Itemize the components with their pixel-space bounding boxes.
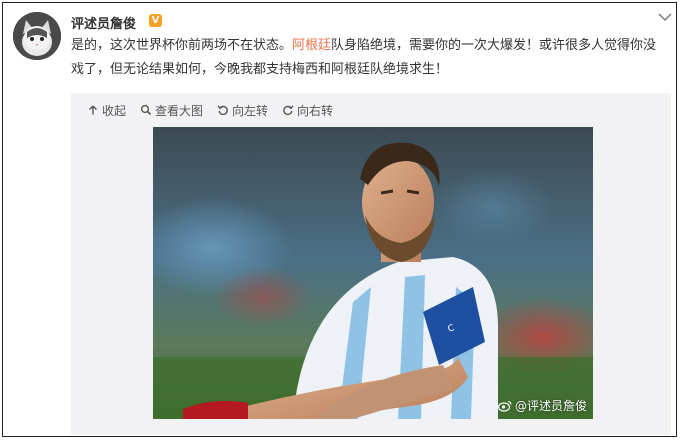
watermark: @评述员詹俊 [497,397,587,414]
topic-link-argentina[interactable]: 阿根廷 [292,38,331,53]
view-large-label: 查看大图 [155,103,204,118]
media-toolbar: 收起 查看大图 向左转 向右转 [87,101,333,119]
collapse-button[interactable]: 收起 [87,102,126,119]
rotate-right-label: 向右转 [297,103,334,118]
media-panel: 收起 查看大图 向左转 向右转 C @评述员詹俊 [71,93,671,435]
chevron-down-icon[interactable] [657,10,673,24]
avatar[interactable] [13,12,61,60]
rotate-left-icon [217,105,228,116]
magnifier-icon [140,104,152,116]
collapse-label: 收起 [102,103,127,118]
football-player-photo: C [153,127,593,419]
rotate-right-button[interactable]: 向右转 [282,102,333,119]
verified-badge-icon: V [149,14,162,27]
author-name[interactable]: 评述员詹俊 [71,13,136,32]
cat-avatar-image [13,12,61,60]
arrow-up-icon [89,105,97,115]
rotate-right-icon [283,105,294,116]
post-text: 是的，这次世界杯你前两场不在状态。阿根廷队身陷绝境，需要你的一次大爆发！或许很多… [71,34,667,82]
watermark-text: @评述员詹俊 [514,399,587,413]
rotate-left-button[interactable]: 向左转 [217,102,268,119]
rotate-left-label: 向左转 [232,103,269,118]
weibo-post-card: 评述员詹俊 V 是的，这次世界杯你前两场不在状态。阿根廷队身陷绝境，需要你的一次… [2,2,677,437]
post-text-part1: 是的，这次世界杯你前两场不在状态。 [71,38,293,53]
weibo-logo-icon [497,400,512,412]
post-photo[interactable]: C @评述员詹俊 [153,127,593,419]
view-large-button[interactable]: 查看大图 [140,102,203,119]
